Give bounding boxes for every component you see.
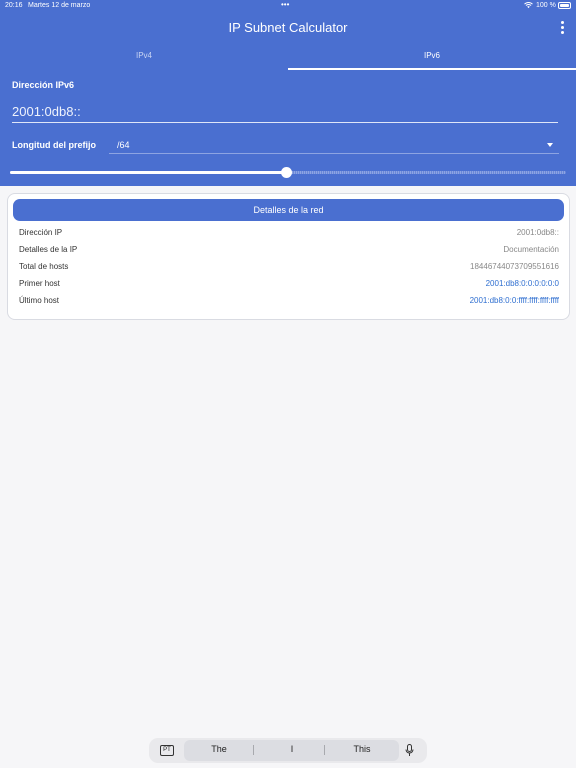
microphone-icon[interactable] <box>405 744 414 757</box>
prefix-slider[interactable] <box>10 166 566 180</box>
status-time: 20:16 <box>5 2 23 9</box>
suggestion-item[interactable]: I <box>262 744 322 754</box>
detail-row: Total de hosts 18446744073709551616 <box>19 262 559 274</box>
more-vertical-icon[interactable] <box>556 20 568 34</box>
detail-value: 18446744073709551616 <box>470 262 559 271</box>
address-label: Dirección IPv6 <box>12 80 75 90</box>
prefix-value: /64 <box>117 140 130 150</box>
tab-ipv6[interactable]: IPv6 <box>288 46 576 70</box>
tab-bar: IPv4 IPv6 <box>0 46 576 70</box>
detail-row: Último host 2001:db8:0:0:ffff:ffff:ffff:… <box>19 296 559 308</box>
page-title: IP Subnet Calculator <box>228 20 348 35</box>
wifi-icon <box>524 2 533 9</box>
detail-label: Detalles de la IP <box>19 245 78 254</box>
suggestion-divider <box>324 745 325 755</box>
slider-fill <box>10 171 286 174</box>
status-date: Martes 12 de marzo <box>28 2 91 9</box>
detail-label: Primer host <box>19 279 60 288</box>
detail-row: Primer host 2001:db8:0:0:0:0:0:0 <box>19 279 559 291</box>
slider-thumb[interactable] <box>280 167 292 178</box>
detail-value-link[interactable]: 2001:db8:0:0:0:0:0:0 <box>486 279 559 288</box>
keyboard-shortcut-bar: PT The I This <box>149 738 427 763</box>
detail-label: Dirección IP <box>19 228 63 237</box>
predictive-suggestions: The I This <box>184 740 399 761</box>
detail-label: Total de hosts <box>19 262 69 271</box>
suggestion-item[interactable]: The <box>189 744 249 754</box>
battery-percent: 100 % <box>536 2 556 9</box>
chevron-down-icon <box>547 143 553 147</box>
status-bar: 20:16 Martes 12 de marzo ••• 100 % <box>0 0 576 12</box>
detail-row: Detalles de la IP Documentación <box>19 245 559 257</box>
suggestion-divider <box>253 745 254 755</box>
network-details-card: Detalles de la red Dirección IP 2001:0db… <box>7 193 570 320</box>
app-header: 20:16 Martes 12 de marzo ••• 100 % IP Su… <box>0 0 576 186</box>
detail-label: Último host <box>19 296 60 305</box>
detail-value-link[interactable]: 2001:db8:0:0:ffff:ffff:ffff:ffff <box>470 296 559 305</box>
network-details-button[interactable]: Detalles de la red <box>13 199 564 221</box>
detail-value: 2001:0db8:: <box>516 228 559 237</box>
keyboard-language-button[interactable]: PT <box>160 745 174 756</box>
detail-value: Documentación <box>503 245 559 254</box>
battery-icon <box>558 2 571 9</box>
multitasking-dots[interactable]: ••• <box>281 0 289 9</box>
suggestion-item[interactable]: This <box>332 744 392 754</box>
prefix-dropdown[interactable]: /64 <box>109 136 559 154</box>
detail-row: Dirección IP 2001:0db8:: <box>19 228 559 240</box>
prefix-label: Longitud del prefijo <box>12 140 96 150</box>
address-input[interactable] <box>12 101 558 123</box>
tab-ipv4[interactable]: IPv4 <box>0 46 288 70</box>
